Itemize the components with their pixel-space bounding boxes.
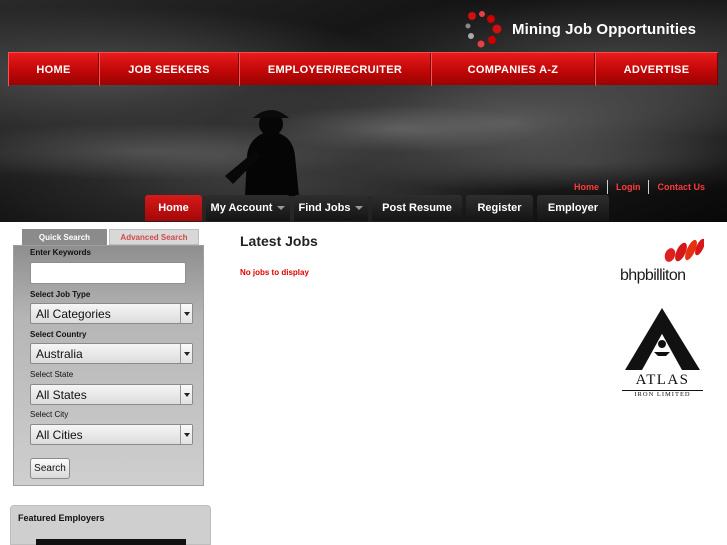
tab-employer[interactable]: Employer: [537, 195, 609, 221]
miner-silhouette-image: [225, 110, 299, 196]
nav-advertise[interactable]: ADVERTISE: [595, 53, 718, 86]
job-type-select[interactable]: All Categories: [30, 303, 193, 324]
country-label: Select Country: [30, 330, 87, 339]
atlas-iron-logo[interactable]: ATLAS IRON LIMITED: [622, 306, 703, 401]
state-select[interactable]: All States: [30, 384, 193, 405]
tab-my-account-label: My Account: [210, 202, 273, 214]
bhp-logo-text: bhpbilliton: [620, 267, 686, 284]
logo-dots-icon: [465, 11, 502, 48]
utility-links: Home Login Contact Us: [566, 180, 713, 194]
tab-advanced-search[interactable]: Advanced Search: [109, 229, 199, 245]
tab-post-resume[interactable]: Post Resume: [372, 195, 462, 221]
tab-employer-label: Employer: [547, 202, 599, 214]
city-value: All Cities: [36, 427, 83, 442]
featured-employers-title: Featured Employers: [18, 513, 105, 523]
state-label: Select State: [30, 370, 74, 379]
chevron-down-icon: [277, 206, 286, 210]
secondary-nav: Home My Account Find Jobs Post Resume Re…: [145, 195, 613, 221]
dropdown-arrow-icon: [180, 304, 192, 323]
search-panel: Enter Keywords Select Job Type All Categ…: [13, 245, 204, 486]
tab-home-label: Home: [158, 202, 189, 214]
country-value: Australia: [36, 346, 83, 361]
dropdown-arrow-icon: [180, 385, 192, 404]
nav-job-seekers[interactable]: JOB SEEKERS: [99, 53, 239, 86]
main-nav: HOME JOB SEEKERS EMPLOYER/RECRUITER COMP…: [8, 52, 718, 86]
bhp-logo-mark-icon: [664, 238, 704, 262]
site-logo[interactable]: Mining Job Opportunities: [464, 10, 724, 48]
atlas-logo-text: ATLAS: [635, 372, 690, 388]
state-value: All States: [36, 387, 87, 402]
nav-employer-recruiter[interactable]: EMPLOYER/RECRUITER: [239, 53, 431, 86]
city-select[interactable]: All Cities: [30, 424, 193, 445]
tab-quick-search[interactable]: Quick Search: [22, 229, 107, 245]
quick-search-widget: Quick Search Advanced Search Enter Keywo…: [13, 229, 204, 486]
util-link-home[interactable]: Home: [566, 182, 607, 192]
tab-find-jobs-label: Find Jobs: [298, 202, 351, 214]
keywords-input[interactable]: [30, 262, 186, 284]
dropdown-arrow-icon: [180, 425, 192, 444]
site-title: Mining Job Opportunities: [512, 21, 697, 38]
search-button[interactable]: Search: [30, 458, 70, 479]
keywords-label: Enter Keywords: [30, 248, 91, 257]
job-type-label: Select Job Type: [30, 290, 91, 299]
country-select[interactable]: Australia: [30, 343, 193, 364]
nav-companies-a-z[interactable]: COMPANIES A-Z: [431, 53, 595, 86]
tab-post-resume-label: Post Resume: [382, 202, 452, 214]
atlas-logo-subtext: IRON LIMITED: [622, 390, 703, 398]
util-link-contact-us[interactable]: Contact Us: [649, 182, 713, 192]
dropdown-arrow-icon: [180, 344, 192, 363]
city-label: Select City: [30, 410, 69, 419]
bhp-billiton-logo[interactable]: bhpbilliton: [618, 237, 706, 287]
search-tabs: Quick Search Advanced Search: [22, 229, 201, 245]
tab-find-jobs[interactable]: Find Jobs: [294, 195, 368, 221]
util-link-login[interactable]: Login: [608, 182, 649, 192]
nav-home[interactable]: HOME: [8, 53, 99, 86]
empty-state-message: No jobs to display: [240, 268, 309, 277]
atlas-mountain-icon: [625, 308, 700, 370]
tab-register[interactable]: Register: [466, 195, 533, 221]
page-title: Latest Jobs: [240, 233, 318, 249]
job-type-value: All Categories: [36, 306, 111, 321]
tab-my-account[interactable]: My Account: [206, 195, 290, 221]
featured-employers-box: Featured Employers: [10, 505, 211, 545]
chevron-down-icon: [355, 206, 364, 210]
featured-employer-banner[interactable]: [36, 539, 186, 545]
banner-background: [0, 84, 727, 196]
tab-home[interactable]: Home: [145, 195, 202, 221]
tab-register-label: Register: [477, 202, 522, 214]
